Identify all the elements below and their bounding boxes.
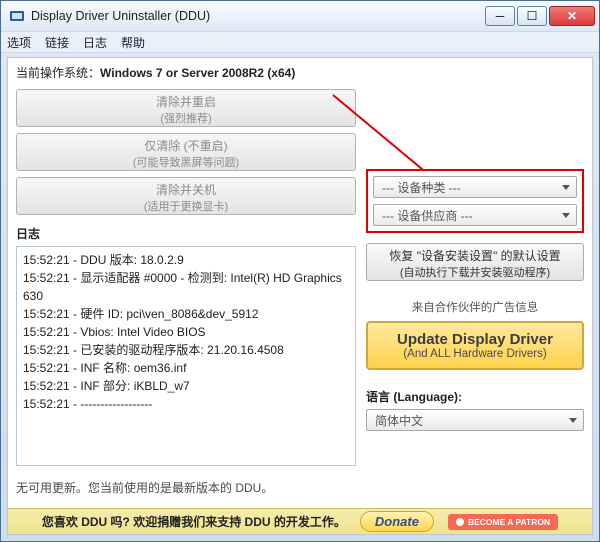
device-vendor-select[interactable]: --- 设备供应商 --- [373,204,577,226]
device-vendor-value: --- 设备供应商 --- [382,207,473,224]
log-line: 15:52:21 - ------------------ [23,395,349,413]
footer-text: 您喜欢 DDU 吗? 欢迎捐赠我们来支持 DDU 的开发工作。 [42,513,346,530]
maximize-button[interactable]: ☐ [517,6,547,26]
donate-button[interactable]: Donate [360,511,434,532]
clean-shutdown-l1: 清除并关机 [17,181,355,198]
device-selectors-highlight: --- 设备种类 --- --- 设备供应商 --- [366,169,584,233]
ad-banner[interactable]: Update Display Driver (And ALL Hardware … [366,321,584,370]
log-box[interactable]: 15:52:21 - DDU 版本: 18.0.2.915:52:21 - 显示… [16,246,356,466]
ad-header: 来自合作伙伴的广告信息 [366,299,584,315]
window-title: Display Driver Uninstaller (DDU) [31,9,485,23]
clean-only-button[interactable]: 仅清除 (不重启) (可能导致黑屏等问题) [16,133,356,171]
ad-l1: Update Display Driver [372,331,578,348]
device-type-value: --- 设备种类 --- [382,179,461,196]
app-window: Display Driver Uninstaller (DDU) ─ ☐ ✕ 选… [0,0,600,542]
menubar: 选项 链接 日志 帮助 [1,31,599,53]
close-button[interactable]: ✕ [549,6,595,26]
patron-button[interactable]: BECOME A PATRON [448,514,558,530]
device-type-select[interactable]: --- 设备种类 --- [373,176,577,198]
language-label: 语言 (Language): [366,388,584,405]
ad-l2: (And ALL Hardware Drivers) [372,348,578,360]
restore-defaults-button[interactable]: 恢复 "设备安装设置" 的默认设置 (自动执行下载并安装驱动程序) [366,243,584,281]
clean-restart-l1: 清除并重启 [17,93,355,110]
log-line: 15:52:21 - INF 名称: oem36.inf [23,359,349,377]
language-select[interactable]: 简体中文 [366,409,584,431]
log-line: 15:52:21 - DDU 版本: 18.0.2.9 [23,251,349,269]
clean-only-l2: (可能导致黑屏等问题) [17,154,355,170]
log-line: 15:52:21 - 硬件 ID: pci\ven_8086&dev_5912 [23,305,349,323]
right-column: --- 设备种类 --- --- 设备供应商 --- 恢复 "设备安装设置" 的… [366,89,584,502]
patreon-icon [456,518,464,526]
menu-logs[interactable]: 日志 [83,34,107,51]
log-line: 15:52:21 - 显示适配器 #0000 - 检测到: Intel(R) H… [23,269,349,305]
os-label: 当前操作系统： [16,66,100,80]
titlebar[interactable]: Display Driver Uninstaller (DDU) ─ ☐ ✕ [1,1,599,31]
app-icon [9,8,25,24]
patron-label: BECOME A PATRON [468,517,550,527]
window-controls: ─ ☐ ✕ [485,6,599,26]
os-info: 当前操作系统：Windows 7 or Server 2008R2 (x64) [8,58,592,89]
clean-only-l1: 仅清除 (不重启) [17,137,355,154]
log-line: 15:52:21 - INF 部分: iKBLD_w7 [23,377,349,395]
menu-links[interactable]: 链接 [45,34,69,51]
restore-l2: (自动执行下载并安装驱动程序) [367,264,583,280]
update-status: 无可用更新。您当前使用的是最新版本的 DDU。 [16,472,356,502]
clean-shutdown-l2: (适用于更换显卡) [17,198,355,214]
restore-l1: 恢复 "设备安装设置" 的默认设置 [367,247,583,264]
language-value: 简体中文 [375,412,423,429]
menu-help[interactable]: 帮助 [121,34,145,51]
footer: 您喜欢 DDU 吗? 欢迎捐赠我们来支持 DDU 的开发工作。 Donate B… [8,508,592,534]
menu-options[interactable]: 选项 [7,34,31,51]
content: 清除并重启 (强烈推荐) 仅清除 (不重启) (可能导致黑屏等问题) 清除并关机… [8,89,592,508]
log-line: 15:52:21 - 已安装的驱动程序版本: 21.20.16.4508 [23,341,349,359]
action-buttons: 清除并重启 (强烈推荐) 仅清除 (不重启) (可能导致黑屏等问题) 清除并关机… [16,89,356,223]
client-area: 当前操作系统：Windows 7 or Server 2008R2 (x64) … [7,57,593,535]
clean-shutdown-button[interactable]: 清除并关机 (适用于更换显卡) [16,177,356,215]
minimize-button[interactable]: ─ [485,6,515,26]
left-column: 清除并重启 (强烈推荐) 仅清除 (不重启) (可能导致黑屏等问题) 清除并关机… [16,89,356,502]
log-line: 15:52:21 - Vbios: Intel Video BIOS [23,323,349,341]
os-value: Windows 7 or Server 2008R2 (x64) [100,66,295,80]
clean-restart-button[interactable]: 清除并重启 (强烈推荐) [16,89,356,127]
log-header: 日志 [16,225,356,242]
clean-restart-l2: (强烈推荐) [17,110,355,126]
